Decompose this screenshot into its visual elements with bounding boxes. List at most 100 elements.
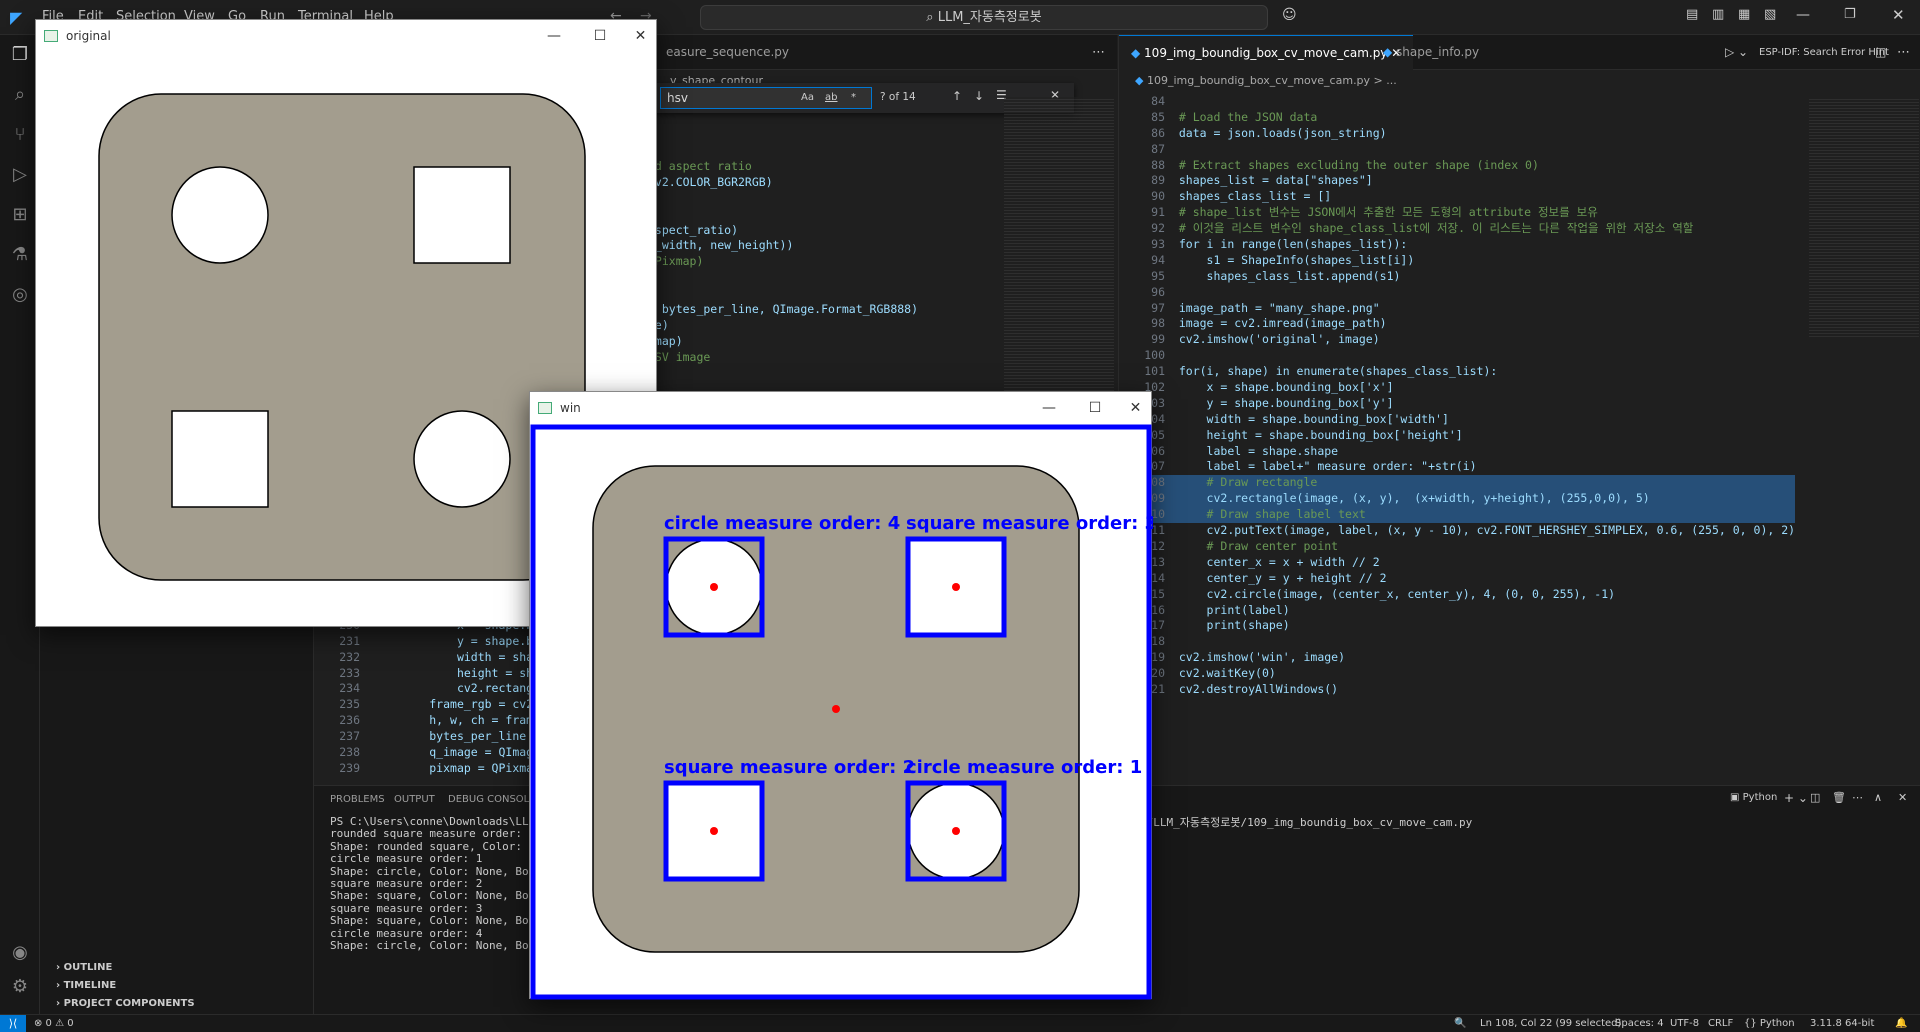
code-line[interactable]: 231 y = shape.bou [314,634,547,650]
code-line[interactable]: 86 data = json.loads(json_string) [1119,126,1795,142]
code-line[interactable]: 87 [1119,142,1795,158]
layout-editor-icon[interactable]: ▦ [1738,7,1750,22]
esp-idf-hint[interactable]: ESP-IDF: Search Error Hint [1759,47,1889,58]
code-line[interactable]: 236 h, w, ch = frame_ [314,713,547,729]
code-line[interactable]: 114 center_y = y + height // 2 [1119,571,1795,587]
window-titlebar[interactable]: original — ☐ ✕ [36,20,656,52]
code-line[interactable]: 106 label = shape.shape [1119,444,1795,460]
regex-icon[interactable]: * [851,88,856,108]
next-match-icon[interactable]: ↓ [974,89,984,103]
code-line[interactable]: t_width, new_height)) [648,238,918,254]
close-icon[interactable]: ✕ [1892,6,1905,24]
code-line[interactable]: 89 shapes_list = data["shapes"] [1119,173,1795,189]
code-line[interactable]: 111 cv2.putText(image, label, (x, y - 10… [1119,523,1795,539]
code-line[interactable] [648,207,918,223]
code-line[interactable]: ed aspect ratio [648,159,918,175]
maximize-panel-icon[interactable]: ∧ [1874,791,1882,804]
close-icon[interactable]: ✕ [1118,392,1153,424]
code-line[interactable]: 233 height = shap [314,666,547,682]
code-line[interactable]: 104 width = shape.bounding_box['width'] [1119,412,1795,428]
code-line[interactable]: 234 cv2.rectangle [314,681,547,697]
code-line[interactable]: 101 for(i, shape) in enumerate(shapes_cl… [1119,364,1795,380]
previous-match-icon[interactable]: ↑ [952,89,962,103]
code-line[interactable]: 113 center_x = x + width // 2 [1119,555,1795,571]
sidebar-section-project-components[interactable]: › PROJECT COMPONENTS [40,995,314,1013]
window-titlebar[interactable]: win — ☐ ✕ [530,392,1151,424]
code-line[interactable]: HSV image [648,350,918,366]
sidebar-section-timeline[interactable]: › TIMELINE [40,977,314,995]
split-editor-icon[interactable]: ◫ [1875,45,1886,59]
panel-tab-problems[interactable]: PROBLEMS [330,794,385,805]
extensions-icon[interactable]: ⊞ [8,203,32,227]
code-line[interactable]: 90 shapes_class_list = [] [1119,189,1795,205]
code-line[interactable]: 105 height = shape.bounding_box['height'… [1119,428,1795,444]
code-line[interactable]: 99 cv2.imshow('original', image) [1119,332,1795,348]
layout-custom-icon[interactable]: ▧ [1764,7,1776,22]
code-line[interactable]: ge) [648,318,918,334]
run-debug-icon[interactable]: ▷ [8,163,32,187]
code-line[interactable]: 96 [1119,285,1795,301]
code-line[interactable]: 118 [1119,634,1795,650]
code-line[interactable]: 116 print(label) [1119,603,1795,619]
code-lines-top[interactable]: ed aspect ratio cv2.COLOR_BGR2RGB) aspect_… [648,159,918,366]
code-line[interactable]: , bytes_per_line, QImage.Format_RGB888) [648,302,918,318]
code-line[interactable] [648,270,918,286]
code-line[interactable]: 98 image = cv2.imread(image_path) [1119,316,1795,332]
testing-icon[interactable]: ⚗ [8,243,32,267]
code-line[interactable]: 88 # Extract shapes excluding the outer … [1119,158,1795,174]
code-lines-bottom[interactable]: 229 for shape in self230 x = shape.bou23… [314,602,547,777]
sidebar-section-outline[interactable]: › OUTLINE [40,959,314,977]
code-line[interactable]: 237 bytes_per_line = [314,729,547,745]
close-panel-icon[interactable]: ✕ [1898,791,1907,804]
line-ending[interactable]: CRLF [1708,1018,1733,1029]
new-terminal-icon[interactable]: + ⌄ [1784,791,1808,805]
panel-tab-debug-console[interactable]: DEBUG CONSOLE [448,794,536,805]
code-line[interactable]: 117 print(shape) [1119,618,1795,634]
remote-icon[interactable]: ◎ [8,283,32,307]
indentation[interactable]: Spaces: 4 [1615,1018,1664,1029]
cursor-position[interactable]: Ln 108, Col 22 (99 selected) [1480,1018,1621,1029]
remote-indicator[interactable]: ⟩⟨ [0,1015,26,1032]
code-line[interactable]: 92 # 이것을 리스트 변수인 shape_class_list에 저장. 이… [1119,221,1795,237]
code-line[interactable]: 112 # Draw center point [1119,539,1795,555]
notifications-icon[interactable]: 🔔 [1895,1018,1907,1029]
whole-word-icon[interactable]: ab [825,88,837,108]
manage-gear-icon[interactable]: ⚙ [8,975,32,999]
panel-more-icon[interactable]: ⋯ [1852,791,1863,804]
find-input[interactable]: hsv Aa ab * [660,87,872,109]
code-line[interactable] [648,286,918,302]
tab-shape-info[interactable]: ◆ shape_info.py [1371,35,1491,70]
zoom-icon[interactable]: 🔍 [1454,1018,1466,1029]
panel-tab-output[interactable]: OUTPUT [394,794,435,805]
code-line[interactable]: aspect_ratio) [648,223,918,239]
code-line[interactable]: 115 cv2.circle(image, (center_x, center_… [1119,587,1795,603]
code-line[interactable]: 100 [1119,348,1795,364]
tab-109-img[interactable]: ◆ 109_img_boundig_box_cv_move_cam.py ✕ [1119,35,1414,70]
code-line[interactable]: 97 image_path = "many_shape.png" [1119,301,1795,317]
minimap[interactable] [1809,97,1919,337]
command-center[interactable]: ⌕ LLM_자동측정로봇 [700,5,1268,30]
code-line[interactable]: 85 # Load the JSON data [1119,110,1795,126]
code-line[interactable]: 91 # shape_list 변수는 JSON에서 추출한 모든 도형의 at… [1119,205,1795,221]
code-line[interactable]: 95 shapes_class_list.append(s1) [1119,269,1795,285]
code-line[interactable]: 103 y = shape.bounding_box['y'] [1119,396,1795,412]
language-mode[interactable]: {} Python [1744,1018,1795,1029]
minimize-icon[interactable]: — [1796,7,1810,23]
code-line[interactable]: 94 s1 = ShapeInfo(shapes_list[i]) [1119,253,1795,269]
split-terminal-icon[interactable]: ◫ [1810,791,1820,804]
kill-terminal-icon[interactable]: 🗑 [1832,791,1846,804]
run-icon[interactable]: ▷ ⌄ [1725,45,1748,59]
tab-measure-sequence[interactable]: easure_sequence.py [654,35,801,70]
code-line[interactable]: 120 cv2.waitKey(0) [1119,666,1795,682]
more-actions-icon[interactable]: ⋯ [1897,45,1910,60]
code-line[interactable]: 119 cv2.imshow('win', image) [1119,650,1795,666]
code-line[interactable]: 102 x = shape.bounding_box['x'] [1119,380,1795,396]
copilot-icon[interactable]: ☺ [1282,7,1297,23]
code-line[interactable]: 235 frame_rgb = cv2.c [314,697,547,713]
code-line[interactable]: cv2.COLOR_BGR2RGB) [648,175,918,191]
code-line[interactable]: 239 pixmap = QPixmap. [314,761,547,777]
code-line[interactable]: xmap) [648,334,918,350]
code-line[interactable] [648,191,918,207]
match-case-icon[interactable]: Aa [801,88,814,108]
python-interpreter[interactable]: 3.11.8 64-bit [1810,1018,1874,1029]
